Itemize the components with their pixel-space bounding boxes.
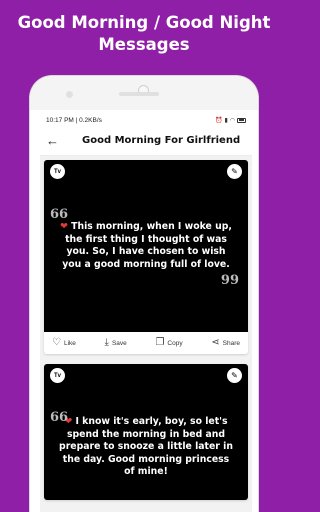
- copy-icon: ❐: [155, 337, 165, 348]
- phone-bezel-top: [30, 76, 258, 110]
- copy-button[interactable]: ❐ Copy: [155, 338, 182, 348]
- quote-body: I know it's early, boy, so let's spend t…: [59, 416, 233, 477]
- quote-image[interactable]: Tv ✎ 66 ❤ I know it's early, boy, so let…: [44, 364, 248, 500]
- earpiece-speaker: [119, 92, 159, 96]
- signal-icon: ▮: [224, 117, 228, 124]
- share-button[interactable]: ⋖ Share: [211, 338, 240, 348]
- message-feed[interactable]: Tv ✎ 66 ❤ This morning, when I woke up, …: [40, 156, 252, 512]
- pencil-icon[interactable]: ✎: [227, 164, 242, 179]
- sensor-dot: [66, 91, 73, 98]
- status-icons: ⏰ ▮ ◠: [215, 117, 246, 124]
- quote-image[interactable]: Tv ✎ 66 ❤ This morning, when I woke up, …: [44, 160, 248, 332]
- save-button[interactable]: ⤓ Save: [105, 338, 127, 348]
- message-card: Tv ✎ 66 ❤ This morning, when I woke up, …: [44, 160, 248, 354]
- phone-screen: 10:17 PM | 0.2KB/s ⏰ ▮ ◠ ← Good Morning …: [40, 114, 252, 512]
- card-actions: ♡ Like ⤓ Save ❐ Copy ⋖ Share: [44, 332, 248, 354]
- tv-badge-icon[interactable]: Tv: [50, 164, 65, 179]
- save-label: Save: [111, 339, 127, 347]
- status-time-speed: 10:17 PM | 0.2KB/s: [46, 116, 102, 124]
- page-title: Good Morning For Girlfriend: [82, 135, 241, 146]
- back-arrow-icon[interactable]: ←: [46, 133, 68, 148]
- pencil-icon[interactable]: ✎: [227, 368, 242, 383]
- quote-body: This morning, when I woke up, the first …: [62, 221, 232, 270]
- share-icon: ⋖: [211, 337, 220, 348]
- quote-text: ❤ This morning, when I woke up, the firs…: [56, 221, 236, 271]
- alarm-icon: ⏰: [214, 117, 223, 124]
- heart-icon: ❤: [60, 221, 68, 232]
- battery-icon: [237, 117, 246, 123]
- like-label: Like: [63, 339, 76, 347]
- promo-line-2: Messages: [98, 35, 190, 54]
- like-button[interactable]: ♡ Like: [52, 338, 76, 348]
- download-icon: ⤓: [104, 337, 109, 348]
- wifi-icon: ◠: [229, 117, 235, 124]
- quote-text: ❤ I know it's early, boy, so let's spend…: [56, 416, 236, 479]
- phone-frame: 10:17 PM | 0.2KB/s ⏰ ▮ ◠ ← Good Morning …: [30, 76, 258, 512]
- status-bar: 10:17 PM | 0.2KB/s ⏰ ▮ ◠: [40, 114, 252, 126]
- promo-headline: Good Morning / Good Night Messages: [0, 12, 288, 56]
- app-bar: ← Good Morning For Girlfriend: [40, 126, 252, 156]
- close-quote-icon: 99: [220, 273, 239, 288]
- copy-label: Copy: [167, 339, 183, 347]
- promo-line-1: Good Morning / Good Night: [17, 13, 271, 32]
- share-label: Share: [222, 339, 240, 347]
- open-quote-icon: 66: [50, 410, 69, 425]
- open-quote-icon: 66: [50, 207, 69, 222]
- tv-badge-icon[interactable]: Tv: [50, 368, 65, 383]
- heart-outline-icon: ♡: [52, 337, 61, 348]
- message-card: Tv ✎ 66 ❤ I know it's early, boy, so let…: [44, 364, 248, 500]
